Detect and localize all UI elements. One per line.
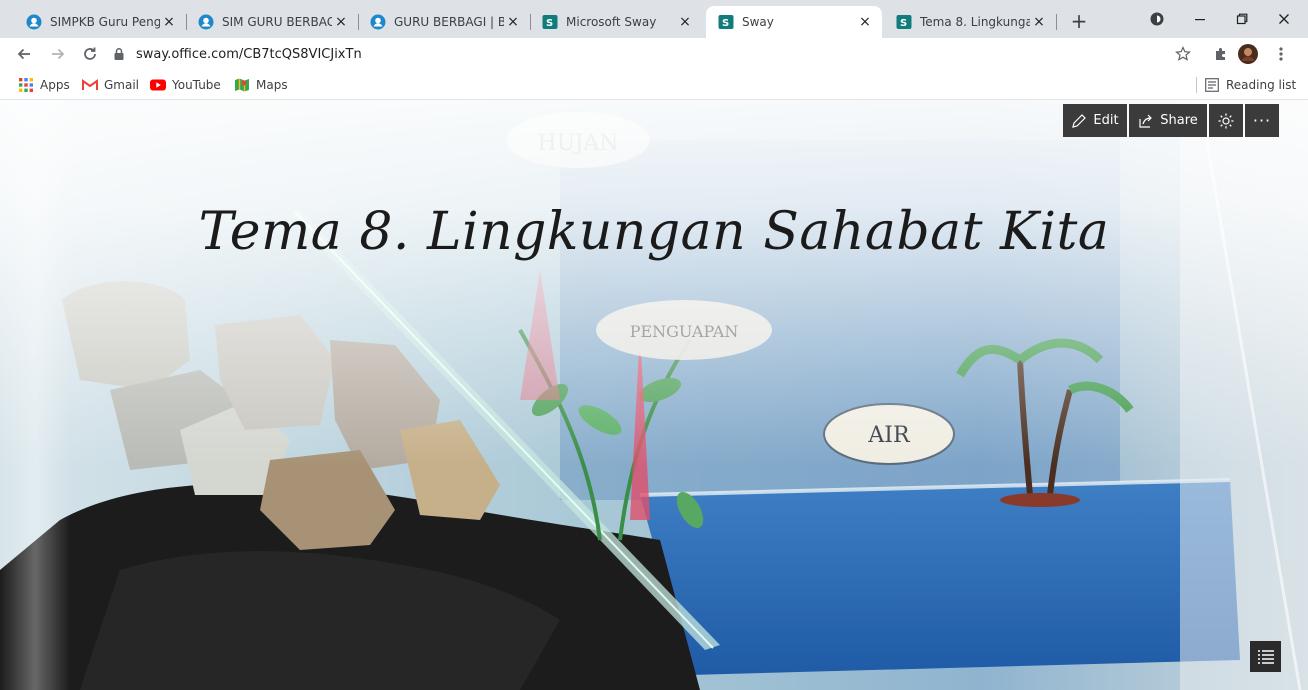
youtube-icon <box>150 77 166 93</box>
svg-text:S: S <box>900 18 907 29</box>
profile-avatar[interactable] <box>1237 43 1259 65</box>
simpkb-favicon-icon <box>370 14 386 30</box>
share-icon <box>1139 114 1153 128</box>
sway-content: HUJAN PENGUAPAN AIR Tema 8. Lingkungan S… <box>0 100 1308 690</box>
tab-sim-guru-berbagi[interactable]: SIM GURU BERBAGI × <box>186 6 359 38</box>
tab-title: GURU BERBAGI | Berb <box>394 15 504 29</box>
tab-microsoft-sway[interactable]: S Microsoft Sway × <box>530 6 702 38</box>
tab-strip: SIMPKB Guru Pengge × SIM GURU BERBAGI × … <box>0 0 1308 38</box>
sway-favicon-icon: S <box>542 15 558 29</box>
bookmark-label: YouTube <box>172 78 221 92</box>
edit-label: Edit <box>1093 113 1119 128</box>
back-button[interactable] <box>12 42 36 66</box>
reload-icon <box>84 47 96 60</box>
tab-title: SIM GURU BERBAGI <box>222 15 332 29</box>
gear-icon <box>1218 113 1234 128</box>
more-options-button[interactable]: ··· <box>1245 104 1279 137</box>
simpkb-favicon-icon <box>26 14 42 30</box>
svg-text:S: S <box>722 18 729 29</box>
edit-button[interactable]: Edit <box>1063 104 1127 137</box>
list-icon <box>1257 649 1274 664</box>
close-tab-icon[interactable]: × <box>1030 13 1048 31</box>
close-window-icon[interactable] <box>1264 6 1304 32</box>
restore-window-icon[interactable] <box>1222 6 1262 32</box>
bookmark-label: Maps <box>256 78 288 92</box>
bookmark-apps[interactable]: Apps <box>18 76 70 94</box>
scene-label-middle: PENGUAPAN <box>630 322 739 341</box>
pencil-icon <box>1072 113 1087 128</box>
reading-list-button[interactable]: Reading list <box>1204 76 1296 94</box>
close-tab-icon[interactable]: × <box>332 13 350 31</box>
reading-list-label: Reading list <box>1226 78 1297 92</box>
reading-list-icon <box>1204 77 1220 93</box>
sway-title: Tema 8. Lingkungan Sahabat Kita <box>198 202 1110 262</box>
tab-title: Microsoft Sway <box>566 15 657 29</box>
apps-grid-icon <box>18 77 34 93</box>
new-tab-button[interactable]: + <box>1067 10 1091 34</box>
aquarium-background-image: HUJAN PENGUAPAN AIR <box>0 100 1308 690</box>
bookmark-youtube[interactable]: YouTube <box>150 76 221 94</box>
close-tab-icon[interactable]: × <box>504 13 522 31</box>
minimize-window-icon[interactable] <box>1180 6 1220 32</box>
arrow-right-icon <box>52 48 65 60</box>
svg-text:S: S <box>546 18 553 29</box>
bookmark-label: Apps <box>40 78 70 92</box>
more-label: ··· <box>1252 111 1272 130</box>
address-bar[interactable]: sway.office.com/CB7tcQS8VICJixTn <box>112 42 1162 66</box>
reload-button[interactable] <box>78 42 102 66</box>
forward-button[interactable] <box>46 42 70 66</box>
gmail-icon <box>82 77 98 93</box>
maps-icon <box>234 77 250 93</box>
tab-title: Tema 8. Lingkungan S <box>920 15 1030 29</box>
bookmark-label: Gmail <box>104 78 140 92</box>
tab-guru-berbagi[interactable]: GURU BERBAGI | Berb × <box>358 6 531 38</box>
tab-tema-8[interactable]: S Tema 8. Lingkungan S × <box>884 6 1057 38</box>
tab-title: Sway <box>742 15 774 29</box>
bookmark-maps[interactable]: Maps <box>234 76 288 94</box>
profile-sync-icon[interactable] <box>1144 6 1170 32</box>
tab-simpkb[interactable]: SIMPKB Guru Pengge × <box>14 6 187 38</box>
share-button[interactable]: Share <box>1129 104 1207 137</box>
bookmarks-separator <box>1196 77 1197 93</box>
close-tab-icon[interactable]: × <box>676 13 694 31</box>
close-tab-icon[interactable]: × <box>856 13 874 31</box>
settings-button[interactable] <box>1209 104 1243 137</box>
sway-favicon-icon: S <box>718 15 734 29</box>
simpkb-favicon-icon <box>198 14 214 30</box>
sway-favicon-icon: S <box>896 15 912 29</box>
tab-sway-active[interactable]: S Sway × <box>706 6 882 38</box>
lock-icon <box>114 48 124 60</box>
url-text: sway.office.com/CB7tcQS8VICJixTn <box>136 46 362 62</box>
bookmark-gmail[interactable]: Gmail <box>82 76 139 94</box>
close-tab-icon[interactable]: × <box>160 13 178 31</box>
tab-separator <box>1056 14 1057 30</box>
extensions-puzzle-icon[interactable] <box>1210 43 1232 65</box>
navigation-pane-button[interactable] <box>1250 641 1281 672</box>
bookmark-star-icon[interactable] <box>1172 43 1194 65</box>
bookmarks-bar: Apps Gmail YouTube Maps Reading list <box>0 70 1308 100</box>
arrow-left-icon <box>17 48 30 60</box>
sway-toolbar: Edit Share ··· <box>1063 104 1279 137</box>
scene-label-top: HUJAN <box>537 131 618 156</box>
scene-label-right: AIR <box>867 423 911 448</box>
browser-menu-icon[interactable] <box>1270 43 1292 65</box>
share-label: Share <box>1160 113 1198 128</box>
tab-title: SIMPKB Guru Pengge <box>50 15 160 29</box>
browser-toolbar: sway.office.com/CB7tcQS8VICJixTn <box>0 38 1308 70</box>
